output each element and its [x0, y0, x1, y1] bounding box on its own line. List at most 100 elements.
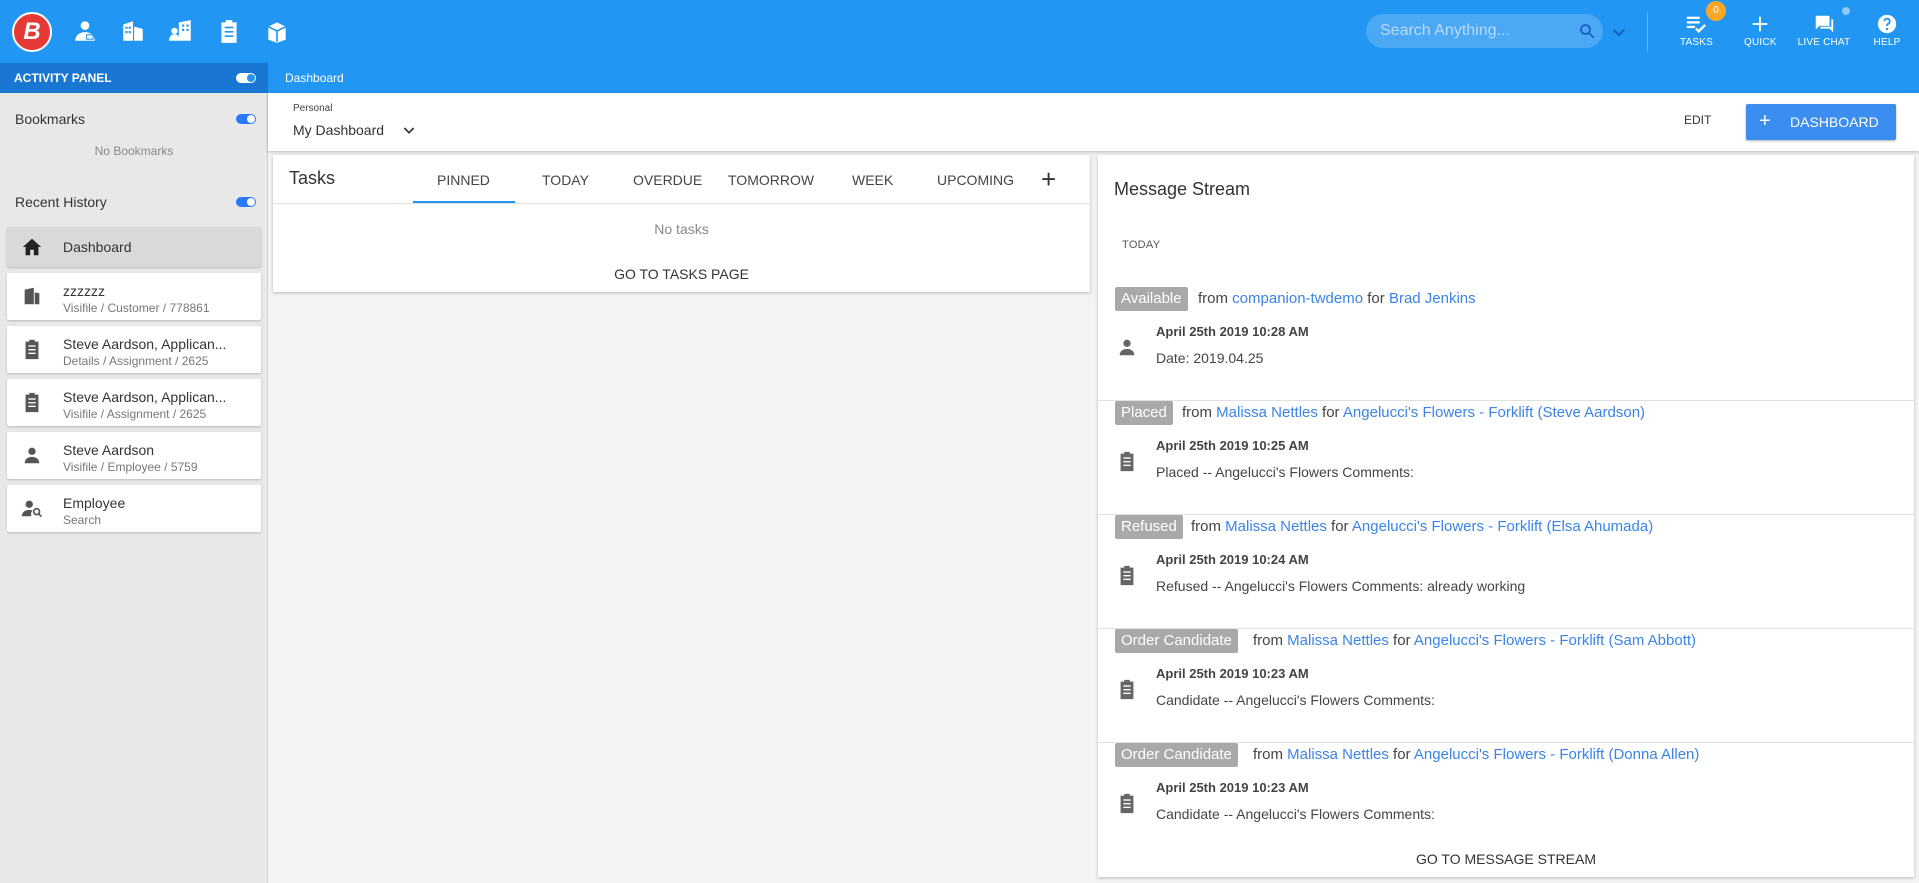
history-item-employee[interactable]: Steve Aardson Visifile / Employee / 5759	[7, 432, 261, 479]
sender-link[interactable]: Malissa Nettles	[1216, 404, 1318, 421]
for-text: for	[1393, 632, 1411, 649]
tasks-empty-text: No tasks	[654, 221, 709, 237]
clipboard-icon	[21, 338, 43, 360]
add-task-button[interactable]: +	[1041, 164, 1056, 195]
activity-panel-header: ACTIVITY PANEL	[0, 63, 268, 93]
contacts-nav-icon[interactable]	[167, 17, 195, 45]
help-button[interactable]: HELP	[1872, 13, 1902, 48]
history-item-assignment-visifile[interactable]: Steve Aardson, Applican... Visifile / As…	[7, 379, 261, 426]
breadcrumb-item-dashboard[interactable]: Dashboard	[285, 71, 344, 85]
plus-icon	[1752, 16, 1768, 32]
recent-history-toggle[interactable]	[236, 197, 256, 207]
assignments-nav-icon[interactable]	[215, 17, 243, 45]
tab-week[interactable]: WEEK	[852, 172, 893, 188]
status-badge: Order Candidate	[1115, 629, 1238, 653]
history-item-title: Steve Aardson	[63, 442, 155, 458]
message-body: Refused -- Angelucci's Flowers Comments:…	[1156, 578, 1526, 594]
from-text: from	[1182, 404, 1212, 421]
quick-button[interactable]: QUICK	[1744, 13, 1776, 48]
orders-nav-icon[interactable]	[263, 17, 291, 45]
activity-panel-title: ACTIVITY PANEL	[14, 71, 112, 85]
bookmarks-toggle[interactable]	[236, 114, 256, 124]
message-stream-widget: Message Stream TODAY Available from comp…	[1098, 155, 1914, 877]
dashboard-group-label: Personal	[293, 103, 333, 114]
message-item: Available from companion-twdemo for Brad…	[1098, 287, 1914, 401]
search-input[interactable]	[1380, 14, 1560, 48]
for-text: for	[1322, 404, 1340, 421]
tab-overdue[interactable]: OVERDUE	[633, 172, 702, 188]
history-item-customer[interactable]: zzzzzz Visifile / Customer / 778861	[7, 273, 261, 320]
tasks-button[interactable]: TASKS 0	[1680, 1, 1726, 48]
dashboard-select[interactable]: My Dashboard	[293, 122, 415, 138]
history-item-employee-search[interactable]: Employee Search	[7, 485, 261, 532]
sender-link[interactable]: Malissa Nettles	[1225, 518, 1327, 535]
from-text: from	[1253, 632, 1283, 649]
history-item-title: Steve Aardson, Applican...	[63, 336, 227, 352]
tab-upcoming[interactable]: UPCOMING	[937, 172, 1014, 188]
help-label: HELP	[1873, 37, 1901, 48]
history-item-title: Dashboard	[63, 239, 132, 255]
from-text: from	[1191, 518, 1221, 535]
clipboard-icon	[1116, 678, 1138, 700]
tab-tomorrow[interactable]: TOMORROW	[728, 172, 814, 188]
edit-dashboard-button[interactable]: EDIT	[1684, 113, 1711, 127]
search-icon[interactable]	[1578, 22, 1596, 40]
tab-pinned[interactable]: PINNED	[437, 172, 490, 188]
message-date: April 25th 2019 10:24 AM	[1156, 552, 1309, 567]
clipboard-icon	[21, 391, 43, 413]
history-item-title: zzzzzz	[63, 283, 105, 299]
activity-panel: Bookmarks No Bookmarks Recent History Da…	[0, 93, 268, 883]
building-icon	[21, 285, 43, 307]
status-badge: Refused	[1115, 515, 1183, 539]
dashboard-header: Personal My Dashboard EDIT + DASHBOARD	[268, 93, 1919, 151]
for-text: for	[1367, 290, 1385, 307]
sender-link[interactable]: companion-twdemo	[1232, 290, 1363, 307]
dashboard-select-value: My Dashboard	[293, 122, 385, 138]
chevron-down-icon	[403, 127, 415, 134]
person-icon	[1116, 336, 1138, 358]
history-item-dashboard[interactable]: Dashboard	[7, 227, 261, 267]
target-link[interactable]: Brad Jenkins	[1389, 290, 1476, 307]
sender-link[interactable]: Malissa Nettles	[1287, 632, 1389, 649]
target-link[interactable]: Angelucci's Flowers - Forklift (Elsa Ahu…	[1352, 518, 1653, 535]
add-dashboard-button[interactable]: + DASHBOARD	[1746, 104, 1896, 140]
clipboard-icon	[1116, 450, 1138, 472]
message-date: April 25th 2019 10:23 AM	[1156, 666, 1309, 681]
history-item-subtitle: Search	[63, 513, 102, 527]
message-date: April 25th 2019 10:23 AM	[1156, 780, 1309, 795]
sender-link[interactable]: Malissa Nettles	[1287, 746, 1389, 763]
live-chat-button[interactable]: LIVE CHAT	[1797, 7, 1851, 48]
history-item-assignment-details[interactable]: Steve Aardson, Applican... Details / Ass…	[7, 326, 261, 373]
clipboard-icon	[1116, 792, 1138, 814]
history-item-subtitle: Visifile / Customer / 778861	[63, 301, 210, 315]
tab-today[interactable]: TODAY	[542, 172, 589, 188]
chat-status-dot	[1842, 7, 1850, 15]
history-item-subtitle: Visifile / Assignment / 2625	[63, 407, 207, 421]
tasks-divider	[273, 203, 1090, 204]
message-item: Order Candidate from Malissa Nettles for…	[1098, 629, 1914, 743]
global-search	[1366, 14, 1626, 48]
history-item-subtitle: Details / Assignment / 2625	[63, 354, 209, 368]
help-icon	[1877, 14, 1897, 34]
from-text: from	[1198, 290, 1228, 307]
message-stream-title: Message Stream	[1114, 179, 1251, 199]
go-to-tasks-link[interactable]: GO TO TASKS PAGE	[273, 266, 1090, 282]
target-link[interactable]: Angelucci's Flowers - Forklift (Sam Abbo…	[1414, 632, 1696, 649]
message-date: April 25th 2019 10:25 AM	[1156, 438, 1309, 453]
message-group-label: TODAY	[1122, 239, 1161, 251]
go-to-message-stream-link[interactable]: GO TO MESSAGE STREAM	[1098, 851, 1914, 867]
for-text: for	[1331, 518, 1349, 535]
target-link[interactable]: Angelucci's Flowers - Forklift (Donna Al…	[1414, 746, 1699, 763]
history-item-subtitle: Visifile / Employee / 5759	[63, 460, 198, 474]
tasks-widget: Tasks PINNED TODAY OVERDUE TOMORROW WEEK…	[273, 155, 1090, 292]
top-navigation-bar: B TASKS 0 QUICK LIVE CHAT HELP	[0, 0, 1919, 63]
customers-nav-icon[interactable]	[119, 17, 147, 45]
message-item: Refused from Malissa Nettles for Angeluc…	[1098, 515, 1914, 629]
chevron-down-icon[interactable]	[1610, 23, 1628, 41]
target-link[interactable]: Angelucci's Flowers - Forklift (Steve Aa…	[1343, 404, 1645, 421]
app-logo[interactable]: B	[12, 12, 52, 52]
employees-nav-icon[interactable]	[71, 17, 99, 45]
history-item-title: Steve Aardson, Applican...	[63, 389, 227, 405]
tasks-count-badge: 0	[1706, 1, 1726, 21]
activity-panel-toggle[interactable]	[236, 73, 256, 83]
